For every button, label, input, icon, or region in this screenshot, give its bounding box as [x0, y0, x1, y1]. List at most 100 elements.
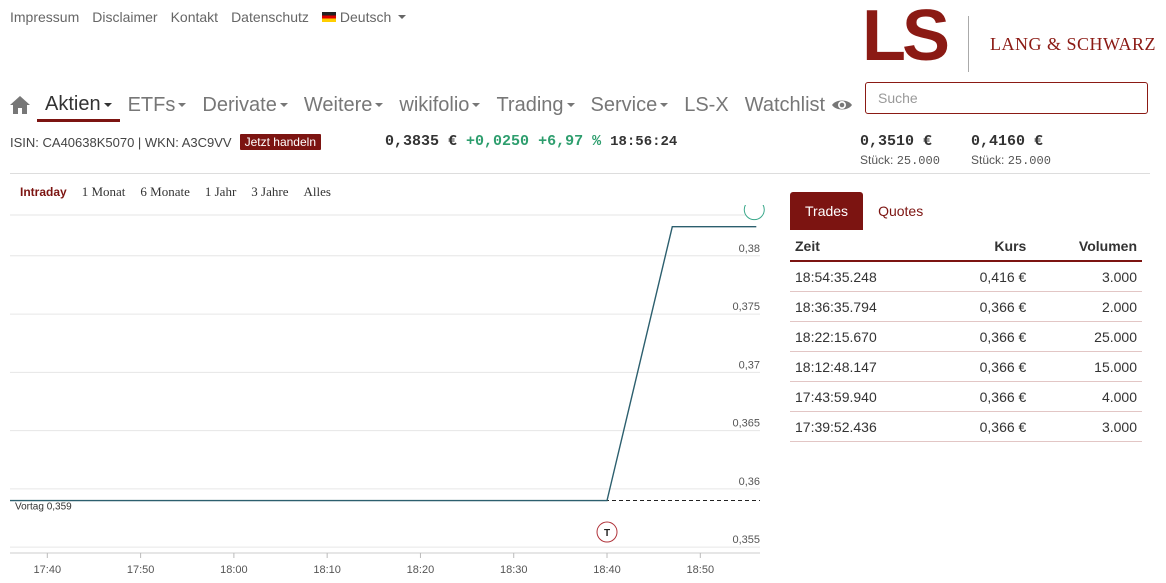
range-intraday[interactable]: Intraday: [20, 184, 67, 200]
trade-now-button[interactable]: Jetzt handeln: [239, 134, 321, 150]
logo-wordmark: LANG & SCHWARZ: [990, 34, 1157, 54]
language-dropdown[interactable]: Deutsch: [321, 9, 407, 25]
trade-price: 0,366 €: [939, 381, 1032, 412]
bid-size-label: Stück:: [860, 153, 894, 167]
trade-time: 18:54:35.248: [790, 261, 940, 292]
datenschutz-link[interactable]: Datenschutz: [231, 9, 309, 25]
language-label: Deutsch: [339, 9, 392, 25]
kontakt-link[interactable]: Kontakt: [171, 9, 218, 25]
col-volumen[interactable]: Volumen: [1031, 232, 1142, 262]
table-row: 17:43:59.940 0,366 €4.000: [790, 381, 1142, 412]
trade-volume: 2.000: [1031, 291, 1142, 322]
bid-box: 0,3510 € Stück: 25.000: [860, 133, 940, 168]
change-percent: +6,97 %: [538, 133, 602, 150]
trade-time: 18:22:15.670: [790, 321, 940, 352]
german-flag-icon: [321, 12, 336, 22]
nav-weitere[interactable]: Weitere: [296, 90, 392, 120]
nav-service[interactable]: Service: [583, 90, 677, 120]
nav-aktien[interactable]: Aktien: [37, 91, 120, 122]
tab-trades[interactable]: Trades: [790, 192, 864, 230]
logo-divider: [968, 16, 969, 72]
caret-down-icon: [566, 103, 575, 107]
price-line: [10, 226, 757, 502]
table-row: 18:54:35.248 0,416 €3.000: [790, 261, 1142, 292]
range-1-monat[interactable]: 1 Monat: [82, 184, 126, 200]
table-row: 18:12:48.147 0,366 €15.000: [790, 351, 1142, 382]
search-placeholder: Suche: [878, 90, 918, 106]
x-tick-label: 18:00: [220, 564, 248, 576]
last-price-marker: [743, 205, 765, 221]
range-3-jahre[interactable]: 3 Jahre: [251, 184, 288, 200]
logo-mark: LS: [862, 0, 950, 76]
nav-trading-label: Trading: [496, 93, 564, 116]
trades-tabs: Trades Quotes: [790, 192, 938, 230]
trades-table: Zeit Kurs Volumen 18:54:35.248 0,416 €3.0…: [790, 232, 1142, 442]
trade-volume: 4.000: [1031, 381, 1142, 412]
col-zeit[interactable]: Zeit: [790, 232, 940, 262]
disclaimer-link[interactable]: Disclaimer: [92, 9, 157, 25]
nav-derivate[interactable]: Derivate: [194, 90, 295, 120]
trades-header-row: Zeit Kurs Volumen: [790, 232, 1142, 262]
bid-size: 25.000: [896, 154, 940, 168]
eye-icon: [832, 100, 853, 110]
x-tick-label: 18:30: [500, 564, 528, 576]
col-kurs[interactable]: Kurs: [939, 232, 1032, 262]
trade-time: 18:36:35.794: [790, 291, 940, 322]
nav-weitere-label: Weitere: [303, 93, 373, 116]
nav-aktien-label: Aktien: [45, 93, 101, 115]
range-6-monate[interactable]: 6 Monate: [140, 184, 189, 200]
trade-time: 18:12:48.147: [790, 351, 940, 382]
trade-price: 0,366 €: [939, 291, 1032, 322]
trade-price: 0,416 €: [939, 261, 1032, 292]
price-chart[interactable]: 0,355 0,36 0,365 0,37 0,375 0,38 17:40 17:50 18:…: [0, 205, 770, 583]
x-tick-label: 18:40: [593, 564, 621, 576]
previous-close-label: Vortag 0,359: [15, 502, 72, 513]
nav-derivate-label: Derivate: [202, 93, 277, 116]
bid-price: 0,3510 €: [860, 133, 933, 150]
search-input[interactable]: Suche: [865, 82, 1148, 114]
x-tick-label: 17:50: [127, 564, 155, 576]
x-tick-label: 18:10: [313, 564, 341, 576]
y-tick-label: 0,355: [732, 534, 760, 546]
price-line: 0,3835 € +0,0250 +6,97 % 18:56:24: [385, 133, 677, 150]
nav-ls-x[interactable]: LS-X: [676, 90, 736, 120]
last-price: 0,3835 €: [385, 133, 458, 150]
impressum-link[interactable]: Impressum: [10, 9, 79, 25]
trade-time: 17:39:52.436: [790, 411, 940, 442]
caret-down-icon: [660, 103, 669, 107]
logo[interactable]: LS LANG & SCHWARZ: [862, 0, 1156, 74]
top-links: Impressum Disclaimer Kontakt Datenschutz…: [10, 9, 407, 25]
nav-wikifolio-label: wikifolio: [399, 93, 470, 116]
tab-quotes[interactable]: Quotes: [863, 192, 938, 230]
divider: [10, 173, 1150, 174]
ask-box: 0,4160 € Stück: 25.000: [971, 133, 1051, 168]
home-icon[interactable]: [9, 90, 37, 120]
range-alles[interactable]: Alles: [303, 184, 330, 200]
nav-wikifolio[interactable]: wikifolio: [391, 90, 488, 120]
y-tick-label: 0,365: [732, 418, 760, 430]
nav-watchlist-label: Watchlist: [744, 93, 826, 116]
y-tick-label: 0,37: [739, 359, 760, 371]
x-tick-label: 17:40: [34, 564, 62, 576]
nav-trading[interactable]: Trading: [488, 90, 582, 120]
instrument-info: ISIN: CA40638K5070 | WKN: A3C9VV Jetzt h…: [10, 134, 321, 150]
nav-etfs[interactable]: ETFs: [120, 90, 195, 120]
nav-ls-x-label: LS-X: [684, 93, 729, 116]
range-1-jahr[interactable]: 1 Jahr: [205, 184, 236, 200]
trade-price: 0,366 €: [939, 321, 1032, 352]
table-row: 18:36:35.794 0,366 €2.000: [790, 291, 1142, 322]
trade-marker-label: T: [604, 528, 610, 539]
isin-wkn: ISIN: CA40638K5070 | WKN: A3C9VV: [10, 134, 232, 150]
y-tick-label: 0,375: [732, 301, 760, 313]
y-tick-label: 0,38: [739, 243, 760, 255]
x-tick-label: 18:20: [407, 564, 435, 576]
nav-service-label: Service: [590, 93, 658, 116]
trade-volume: 25.000: [1031, 321, 1142, 352]
y-tick-label: 0,36: [739, 476, 760, 488]
trade-price: 0,366 €: [939, 411, 1032, 442]
trade-price: 0,366 €: [939, 351, 1032, 382]
trade-volume: 3.000: [1031, 411, 1142, 442]
trade-volume: 15.000: [1031, 351, 1142, 382]
trade-time: 17:43:59.940: [790, 381, 940, 412]
nav-watchlist[interactable]: Watchlist: [737, 90, 861, 120]
